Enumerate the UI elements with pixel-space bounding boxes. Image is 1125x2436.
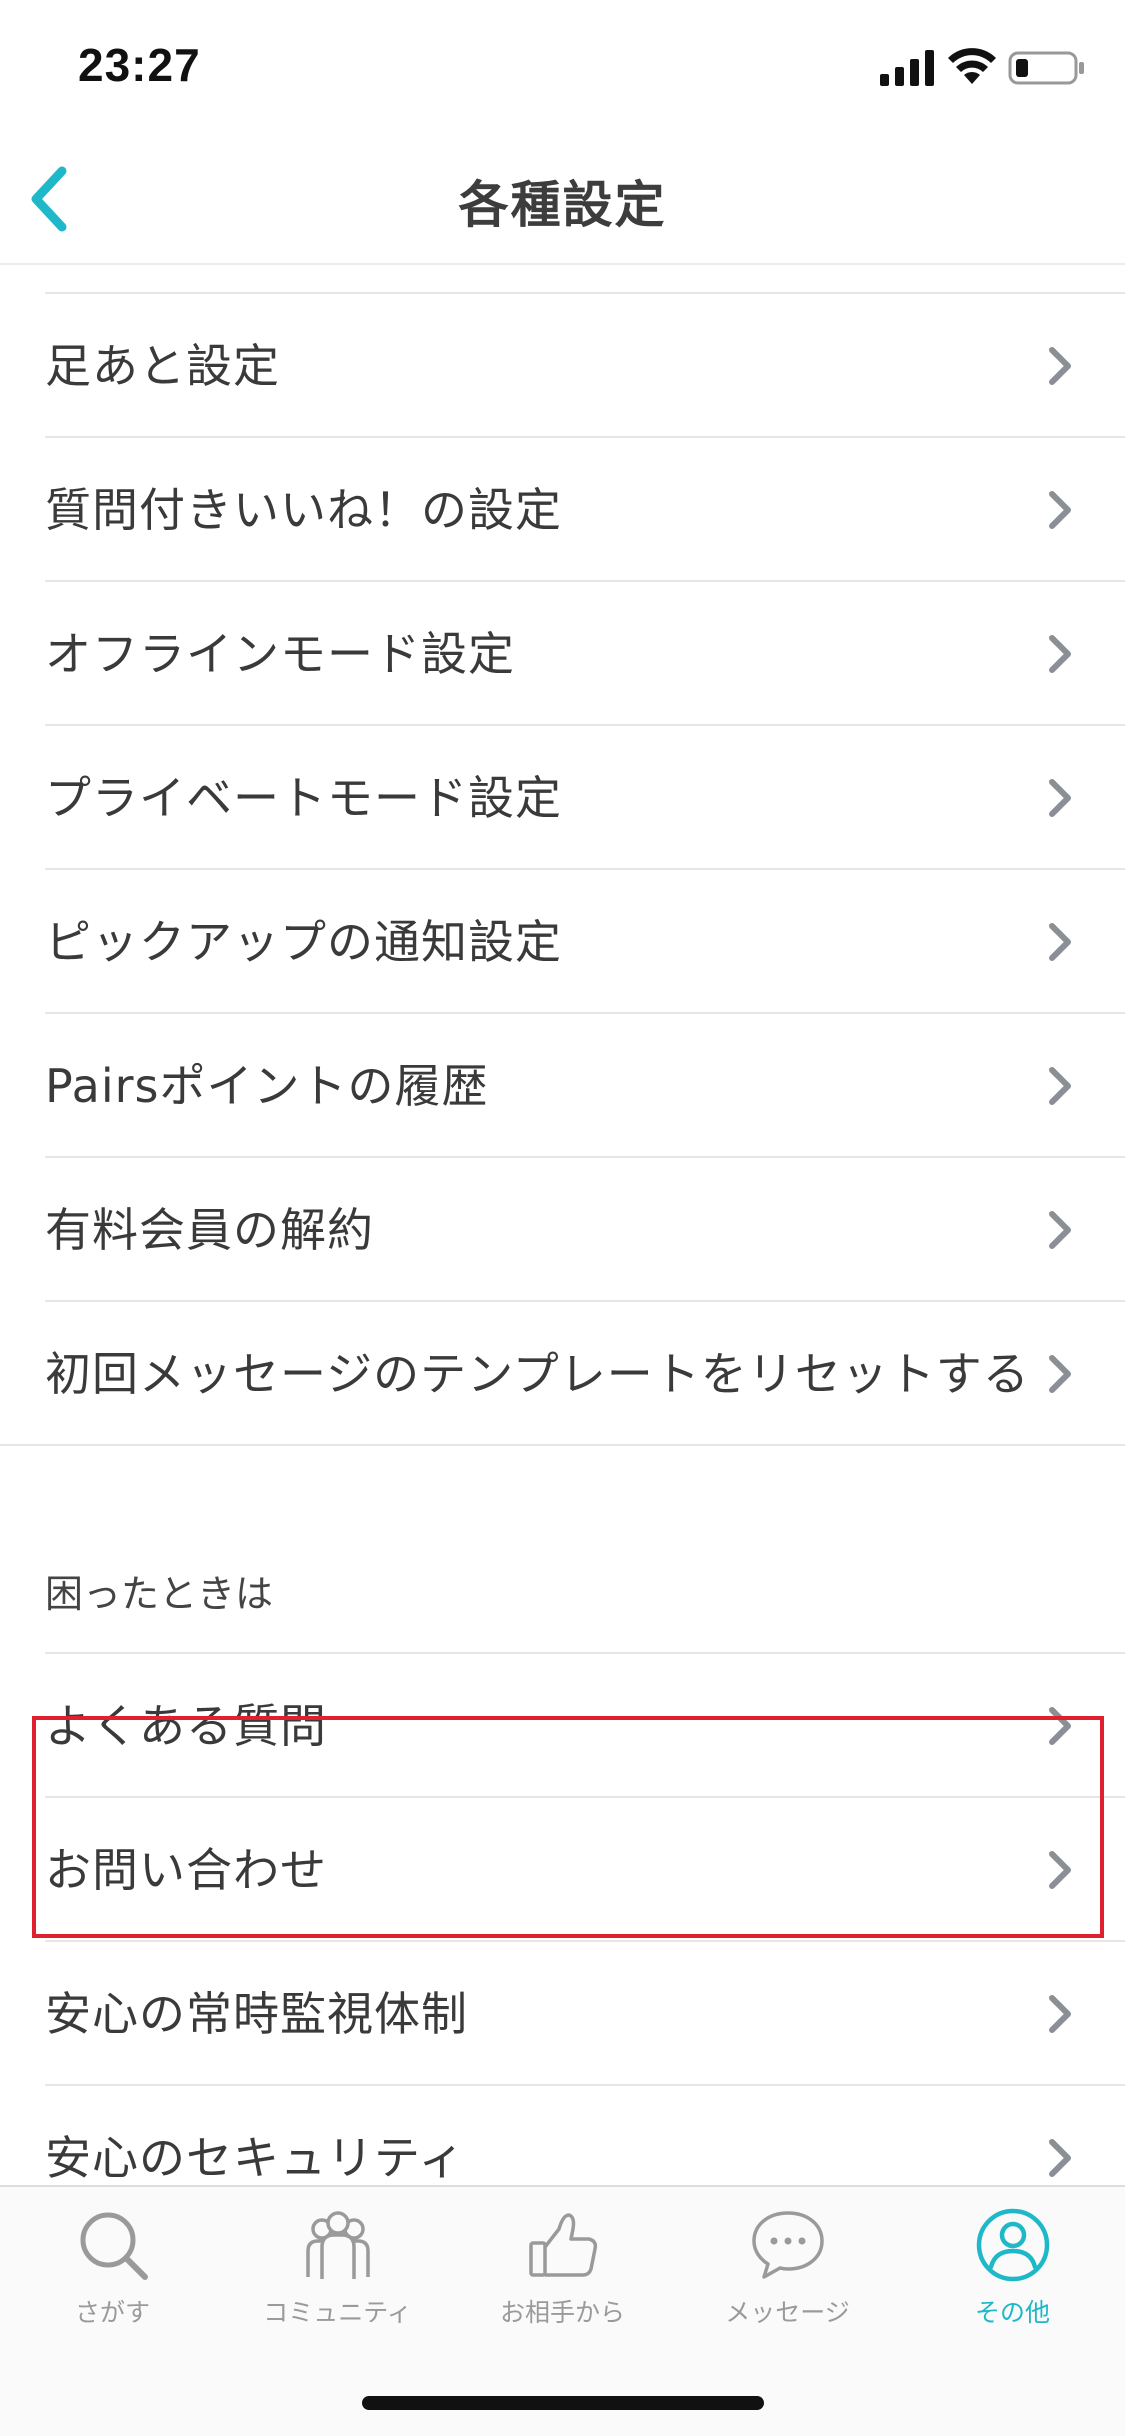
chevron-right-icon — [1049, 1707, 1071, 1745]
tab-search[interactable]: さがす — [0, 2207, 225, 2337]
chevron-right-icon — [1049, 779, 1071, 817]
tab-other[interactable]: その他 — [900, 2207, 1125, 2337]
page-title: 各種設定 — [458, 176, 667, 234]
settings-row-reset-template[interactable]: 初回メッセージのテンプレートをリセットする — [45, 1302, 1125, 1446]
section-header-help: 困ったときは — [45, 1564, 1125, 1654]
row-label: 質問付きいいね！の設定 — [45, 483, 562, 537]
chevron-right-icon — [1049, 1067, 1071, 1105]
row-label: ピックアップの通知設定 — [45, 915, 562, 969]
row-label: よくある質問 — [45, 1699, 327, 1753]
chevron-right-icon — [1049, 1355, 1071, 1393]
chevron-right-icon — [1049, 923, 1071, 961]
row-label: 安心の常時監視体制 — [45, 1987, 468, 2041]
chevron-right-icon — [1049, 347, 1071, 385]
settings-row-question-like[interactable]: 質問付きいいね！の設定 — [45, 438, 1125, 582]
chevron-right-icon — [1049, 1211, 1071, 1249]
cellular-signal-icon — [880, 50, 934, 86]
row-label: プライベートモード設定 — [45, 771, 562, 825]
tab-community[interactable]: コミュニティ — [225, 2207, 450, 2337]
section-spacer — [0, 1444, 1125, 1564]
help-row-contact[interactable]: お問い合わせ — [45, 1798, 1125, 1942]
row-label: 初回メッセージのテンプレートをリセットする — [45, 1347, 1030, 1401]
chevron-right-icon — [1049, 1995, 1071, 2033]
settings-row-offline-mode[interactable]: オフラインモード設定 — [45, 582, 1125, 726]
tab-label: メッセージ — [725, 2298, 850, 2327]
tab-label: さがす — [74, 2298, 150, 2327]
row-label: 足あと設定 — [45, 339, 280, 393]
status-bar: 23:27 — [0, 0, 1125, 135]
chevron-right-icon — [1049, 1851, 1071, 1889]
tab-messages[interactable]: メッセージ — [675, 2207, 900, 2337]
settings-row-pickup-notification[interactable]: ピックアップの通知設定 — [45, 870, 1125, 1014]
community-icon — [305, 2211, 370, 2279]
settings-screen: 23:27 各種設定 足あと設定 質問付きいいね！の設定 オフラインモード設定 … — [0, 0, 1125, 2436]
profile-icon — [976, 2208, 1049, 2282]
tab-label: その他 — [974, 2298, 1050, 2327]
help-row-monitoring[interactable]: 安心の常時監視体制 — [45, 1942, 1125, 2086]
thumbs-up-icon — [528, 2213, 597, 2277]
tab-from-partners[interactable]: お相手から — [450, 2207, 675, 2337]
settings-row-points-history[interactable]: Pairsポイントの履歴 — [45, 1014, 1125, 1158]
row-label: 有料会員の解約 — [45, 1203, 374, 1257]
navigation-bar: 各種設定 — [0, 135, 1125, 265]
tab-label: コミュニティ — [263, 2298, 412, 2327]
settings-row-private-mode[interactable]: プライベートモード設定 — [45, 726, 1125, 870]
row-label: Pairsポイントの履歴 — [45, 1059, 489, 1113]
settings-list: 足あと設定 質問付きいいね！の設定 オフラインモード設定 プライベートモード設定… — [0, 292, 1125, 2230]
wifi-icon — [948, 48, 996, 84]
status-time: 23:27 — [78, 39, 201, 91]
chevron-right-icon — [1049, 2139, 1071, 2177]
settings-row-footprints[interactable]: 足あと設定 — [45, 294, 1125, 438]
row-label: お問い合わせ — [45, 1843, 327, 1897]
chevron-right-icon — [1049, 491, 1071, 529]
search-icon — [80, 2212, 148, 2280]
settings-row-cancel-membership[interactable]: 有料会員の解約 — [45, 1158, 1125, 1302]
help-row-faq[interactable]: よくある質問 — [45, 1654, 1125, 1798]
battery-icon — [1008, 51, 1084, 85]
home-indicator[interactable] — [362, 2396, 764, 2410]
chevron-right-icon — [1049, 635, 1071, 673]
message-bubble-icon — [751, 2211, 824, 2279]
tab-label: お相手から — [499, 2298, 625, 2327]
row-label: オフラインモード設定 — [45, 627, 515, 681]
